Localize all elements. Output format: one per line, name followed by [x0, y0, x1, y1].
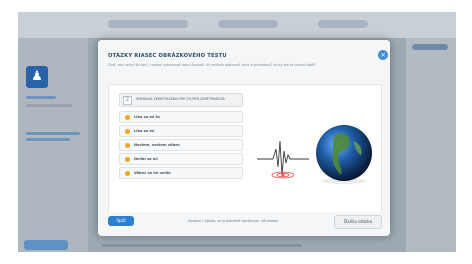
background-button [24, 240, 68, 250]
answer-option-label: Lika sa mi to [134, 114, 160, 119]
radio-dot-icon [125, 170, 130, 176]
sidebar-line [26, 138, 70, 141]
background-text-line [102, 244, 302, 247]
next-question-button[interactable]: Ďalšia otázka [334, 215, 382, 229]
answer-option-label: Vôbec sa mi nelíbí [134, 170, 171, 175]
question-number: 2 [123, 96, 132, 105]
radio-dot-icon [125, 156, 130, 162]
globe-shadow [322, 178, 366, 184]
modal-title: Otázky RIASEC obrázkového testu [108, 53, 227, 59]
answer-option[interactable]: Lika sa mi [119, 125, 243, 137]
radio-dot-icon [125, 114, 130, 120]
sidebar-line [26, 96, 56, 99]
radio-dot-icon [125, 142, 130, 148]
epicenter-dot [281, 173, 285, 177]
question-illustration [249, 89, 377, 207]
answer-option-label: Nelíbí sa mi [134, 156, 158, 161]
test-modal: Otázky RIASEC obrázkového testu Zvoľ, ak… [98, 40, 390, 236]
modal-header: Otázky RIASEC obrázkového testu Zvoľ, ak… [98, 40, 390, 76]
answer-option[interactable]: Vôbec sa mi nelíbí [119, 167, 243, 179]
globe-icon [316, 125, 372, 181]
close-icon[interactable]: × [378, 50, 388, 60]
modal-footer: Späť Zostáva 1 otázka, ak je potrebné (s… [98, 212, 390, 236]
background-right-panel [406, 38, 456, 252]
sidebar-line [26, 132, 80, 135]
earthquake-illustration [257, 125, 372, 184]
avatar-icon: ♟ [26, 66, 48, 88]
answer-option[interactable]: Nelíbí sa mi [119, 153, 243, 165]
answer-option-label: Neviem, neviem vôbec [134, 142, 180, 147]
answer-option[interactable]: Lika sa mi to [119, 111, 243, 123]
answer-option[interactable]: Neviem, neviem vôbec [119, 139, 243, 151]
question-panel: 2 Zmeranie zemetrasenia pre stupeň zemet… [108, 84, 382, 214]
footer-info-text: Zostáva 1 otázka, ak je potrebné (správn… [188, 219, 279, 223]
radio-dot-icon [125, 128, 130, 134]
answer-option-label: Lika sa mi [134, 128, 155, 133]
background-right-bar [412, 44, 448, 50]
modal-subtitle: Zvoľ, ako veľmi ťa baví / nebaví vykonáv… [108, 63, 316, 67]
background-nav-bar [108, 20, 188, 28]
seismograph-line [257, 140, 309, 176]
question-header: 2 Zmeranie zemetrasenia pre stupeň zemet… [119, 93, 243, 107]
background-sidebar: ♟ [18, 38, 88, 252]
screen-top-margin [0, 0, 472, 12]
back-button[interactable]: Späť [108, 216, 134, 226]
question-text: Zmeranie zemetrasenia pre stupeň zemetra… [136, 97, 225, 101]
background-header [18, 12, 456, 38]
screen-bottom-margin [0, 252, 472, 264]
question-card: 2 Zmeranie zemetrasenia pre stupeň zemet… [119, 93, 243, 201]
sidebar-line [26, 104, 72, 107]
background-nav-bar [218, 20, 278, 28]
background-nav-bar [318, 20, 368, 28]
